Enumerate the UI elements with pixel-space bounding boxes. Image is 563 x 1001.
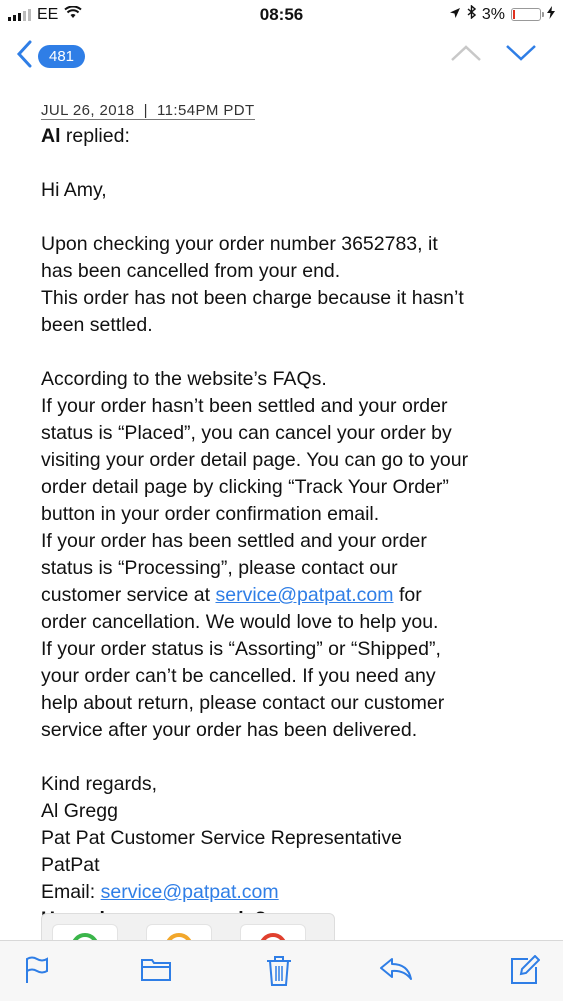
replied-line: Al replied:	[41, 123, 541, 150]
trash-icon	[267, 956, 291, 986]
paragraph-line: status is “Placed”, you can cancel your …	[41, 422, 452, 444]
paragraph-line: According to the website’s FAQs.	[41, 368, 327, 390]
location-arrow-icon	[449, 6, 461, 24]
trash-button[interactable]	[265, 955, 293, 992]
battery-percent: 3%	[481, 5, 505, 23]
signature-name: Al Gregg	[41, 800, 118, 822]
paragraph-line: If your order has been settled and your …	[41, 530, 427, 552]
paragraph-line: If your order hasn’t been settled and yo…	[41, 395, 448, 417]
email-body: JUL 26, 2018 | 11:54PM PDT Al replied: H…	[41, 96, 541, 933]
inbox-count-badge: 481	[38, 45, 86, 68]
battery-icon	[511, 8, 544, 21]
signature-email-link[interactable]: service@patpat.com	[101, 881, 279, 903]
move-to-folder-button[interactable]	[140, 955, 172, 988]
paragraph-line: order cancellation. We would love to hel…	[41, 611, 439, 633]
signature-company: PatPat	[41, 854, 100, 876]
paragraph-line: customer service at service@patpat.com f…	[41, 582, 541, 609]
line-text: for	[393, 584, 422, 606]
bluetooth-icon	[467, 4, 476, 24]
charging-bolt-icon	[547, 5, 555, 24]
reply-button[interactable]	[378, 955, 414, 988]
flag-icon	[26, 956, 48, 983]
replied-label: replied:	[60, 125, 130, 147]
nav-bar: 481	[0, 30, 563, 88]
greeting: Hi Amy,	[41, 179, 107, 201]
previous-message-button[interactable]	[450, 44, 482, 67]
reply-icon	[380, 958, 412, 980]
paragraph-line: Upon checking your order number 3652783,…	[41, 233, 438, 255]
signature-title: Pat Pat Customer Service Representative	[41, 827, 402, 849]
folder-icon	[141, 959, 171, 981]
bottom-toolbar	[0, 940, 563, 1001]
paragraph-line: status is “Processing”, please contact o…	[41, 557, 398, 579]
signoff: Kind regards,	[41, 773, 157, 795]
paragraph-line: has been cancelled from your end.	[41, 260, 341, 282]
paragraph-line: help about return, please contact our cu…	[41, 692, 445, 714]
paragraph-line: your order can’t be cancelled. If you ne…	[41, 665, 436, 687]
next-message-button[interactable]	[505, 44, 537, 67]
status-bar: EE 08:56 3%	[0, 0, 563, 30]
paragraph-line: order detail page by clicking “Track You…	[41, 476, 449, 498]
email-label: Email:	[41, 881, 101, 903]
service-email-link[interactable]: service@patpat.com	[215, 584, 393, 606]
compose-button[interactable]	[508, 954, 541, 992]
message-date: JUL 26, 2018 | 11:54PM PDT	[41, 102, 255, 120]
signature-email: Email: service@patpat.com	[41, 879, 541, 906]
paragraph-line: If your order status is “Assorting” or “…	[41, 638, 441, 660]
chevron-left-icon	[16, 40, 32, 73]
flag-button[interactable]	[24, 955, 50, 990]
status-right: 3%	[449, 4, 555, 24]
paragraph-line: visiting your order detail page. You can…	[41, 449, 469, 471]
paragraph-line: service after your order has been delive…	[41, 719, 418, 741]
paragraph-line: button in your order confirmation email.	[41, 503, 380, 525]
back-button[interactable]: 481	[16, 40, 86, 73]
sender-name: Al	[41, 125, 61, 147]
paragraph-line: been settled.	[41, 314, 153, 336]
paragraph-line: This order has not been charge because i…	[41, 287, 464, 309]
compose-icon	[511, 954, 541, 984]
line-text: customer service at	[41, 584, 216, 606]
